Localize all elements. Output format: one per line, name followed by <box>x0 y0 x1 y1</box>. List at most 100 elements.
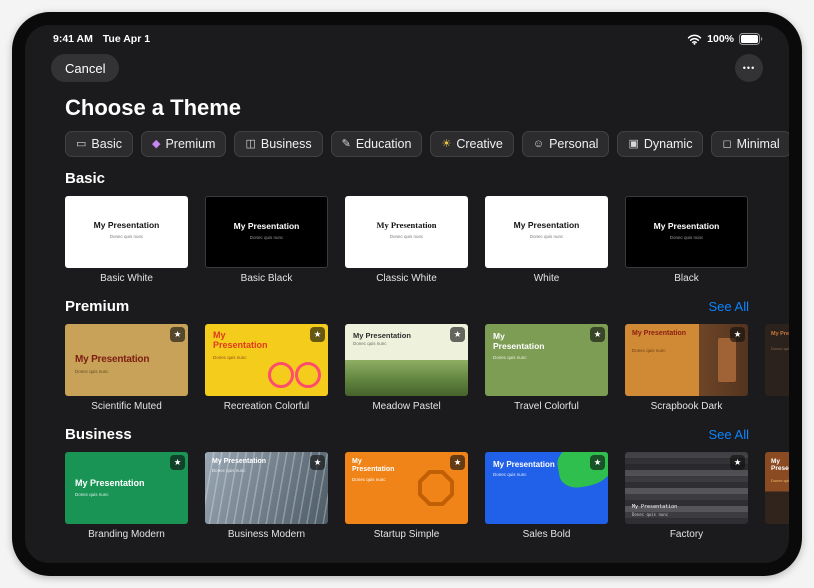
theme-preview: My PresentationDonec quis nunc★ <box>65 324 188 396</box>
theme-chooser-screen: 9:41 AM Tue Apr 1 100% <box>25 25 789 563</box>
theme-name: Sales Bold <box>485 529 608 541</box>
preview-subtitle: Donec quis nunc <box>626 235 747 240</box>
premium-star-badge: ★ <box>310 327 325 342</box>
theme-card[interactable]: My PresentationDonec quis nunc Basic Whit… <box>65 196 188 285</box>
preview-title: My Presentation <box>493 460 555 469</box>
theme-card[interactable]: My PresentationDonec quis nunc★Sales Bol… <box>485 452 608 541</box>
battery-percent: 100% <box>707 33 734 45</box>
basic-category-icon: ▭ <box>76 139 86 150</box>
premium-star-badge: ★ <box>730 455 745 470</box>
category-chip-label: Basic <box>91 137 122 151</box>
theme-preview: My PresentationDonec quis nunc <box>625 196 748 268</box>
education-category-icon: ✎ <box>342 139 351 150</box>
see-all-link-business[interactable]: See All <box>709 427 749 442</box>
theme-preview: My PresentationDonec quis nunc★ <box>625 452 748 524</box>
category-chip-business[interactable]: ◫ Business <box>234 131 322 157</box>
section-basic: Basic My PresentationDonec quis nuncBasi… <box>25 170 789 285</box>
theme-card[interactable]: My Presentation Donec quis nunc ★ Branding … <box>65 452 188 541</box>
theme-name: Business Modern <box>205 529 328 541</box>
category-chip-basic[interactable]: ▭ Basic <box>65 131 133 157</box>
navigation-bar: Cancel ••• <box>51 54 763 82</box>
theme-card[interactable]: My PresentationDonec quis nunc★Travel Co… <box>485 324 608 413</box>
preview-title: My Presentation <box>632 330 687 338</box>
wifi-icon <box>687 34 702 45</box>
category-chip-minimal[interactable]: ◻ Minimal <box>711 131 789 157</box>
preview-title: My Presentation <box>493 332 555 352</box>
personal-category-icon: ☺ <box>533 139 544 150</box>
category-chip-label: Dynamic <box>644 137 693 151</box>
preview-subtitle: Donec quis nunc <box>352 477 386 483</box>
preview-subtitle: Donec quis nunc <box>632 348 666 353</box>
cancel-button[interactable]: Cancel <box>51 54 119 82</box>
more-options-button[interactable]: ••• <box>735 54 763 82</box>
category-chip-label: Minimal <box>737 137 780 151</box>
section-header: Business See All <box>65 426 749 443</box>
premium-star-badge: ★ <box>310 455 325 470</box>
theme-name: Startup Simple <box>345 529 468 541</box>
category-chip-creative[interactable]: ☀Creative <box>430 131 513 157</box>
category-chip-dynamic[interactable]: ▣Dynamic <box>617 131 703 157</box>
theme-preview: My Presentation Donec quis nunc ★ <box>205 452 328 524</box>
theme-card[interactable]: My PresentationDonec quis nunc★ Factory <box>625 452 748 541</box>
category-chip-premium[interactable]: ◆Premium <box>141 131 226 157</box>
theme-card[interactable]: My PresentationDonec quis nunc★ Recreatio… <box>205 324 328 413</box>
preview-subtitle: Donec quis nunc <box>212 468 246 473</box>
preview-title: My Presentation <box>345 220 468 230</box>
preview-title: My Presentation <box>75 478 145 488</box>
category-chips: ▭ Basic ◆Premium ◫ Business ✎Education ☀Creati… <box>65 131 789 157</box>
section-business: Business See All My PresentationDonec qu… <box>25 426 789 541</box>
page-title: Choose a Theme <box>65 95 789 121</box>
theme-preview: My PresentationDonec quis nunc <box>765 324 789 396</box>
theme-card[interactable]: My Presentation Donec quis nunc Classic Wh… <box>345 196 468 285</box>
category-chip-personal[interactable]: ☺Personal <box>522 131 610 157</box>
preview-title: My Presentation <box>352 458 400 474</box>
status-left: 9:41 AM Tue Apr 1 <box>53 33 157 45</box>
theme-card[interactable]: My PresentationDonec quis nunc★Meadow Pa… <box>345 324 468 413</box>
section-header: Premium See All <box>65 298 749 315</box>
theme-name: Classic White <box>345 273 468 285</box>
theme-card[interactable]: My PresentationDonec quis nunc <box>765 452 789 541</box>
theme-card[interactable]: My PresentationDonec quis nunc★ Scientifi… <box>65 324 188 413</box>
theme-card[interactable]: My PresentationDonec quis nuncWhite <box>485 196 608 285</box>
category-chip-label: Business <box>261 137 312 151</box>
section-header: Basic <box>65 170 749 187</box>
preview-title: My Presentation <box>485 220 608 230</box>
premium-star-badge: ★ <box>730 327 745 342</box>
ipad-device-frame: 9:41 AM Tue Apr 1 100% <box>12 12 802 576</box>
minimal-category-icon: ◻ <box>722 139 731 150</box>
preview-title: My Presentation <box>353 331 411 340</box>
premium-star-badge: ★ <box>590 327 605 342</box>
theme-name: White <box>485 273 608 285</box>
preview-title: My Presentation <box>212 458 266 465</box>
theme-row-premium: My PresentationDonec quis nunc★Scientifi… <box>65 324 789 413</box>
theme-preview: My PresentationDonec quis nunc <box>65 196 188 268</box>
theme-card[interactable]: My PresentationDonec quis nuncBasic Blac… <box>205 196 328 285</box>
theme-name: Factory <box>625 529 748 541</box>
theme-name: Branding Modern <box>65 529 188 541</box>
theme-preview: My PresentationDonec quis nunc <box>205 196 328 268</box>
theme-card[interactable]: My Presentation Donec quis nunc ★ Business … <box>205 452 328 541</box>
status-time: 9:41 AM <box>53 33 93 45</box>
premium-star-badge: ★ <box>170 455 185 470</box>
theme-card[interactable]: My PresentationDonec quis nunc★Scrapbook… <box>625 324 748 413</box>
theme-name: Scientific Muted <box>65 401 188 413</box>
theme-preview: My PresentationDonec quis nunc <box>765 452 789 524</box>
section-title-premium: Premium <box>65 298 129 315</box>
category-chip-education[interactable]: ✎Education <box>331 131 423 157</box>
section-title-business: Business <box>65 426 132 443</box>
theme-preview: My PresentationDonec quis nunc★ <box>485 324 608 396</box>
theme-preview: My PresentationDonec quis nunc★ <box>345 452 468 524</box>
business-category-icon: ◫ <box>245 139 255 150</box>
preview-subtitle: Donec quis nunc <box>345 234 468 239</box>
theme-name: Recreation Colorful <box>205 401 328 413</box>
see-all-link-premium[interactable]: See All <box>709 299 749 314</box>
theme-card[interactable]: My PresentationDonec quis nunc★Startup S… <box>345 452 468 541</box>
preview-subtitle: Donec quis nunc <box>771 478 789 483</box>
theme-name: Basic White <box>65 273 188 285</box>
theme-preview: My PresentationDonec quis nunc★ <box>205 324 328 396</box>
theme-card[interactable]: My PresentationDonec quis nuncBlack <box>625 196 748 285</box>
ellipsis-icon: ••• <box>743 63 755 73</box>
preview-title: My Presentation <box>206 221 327 231</box>
theme-card[interactable]: My PresentationDonec quis nunc <box>765 324 789 413</box>
preview-subtitle: Donec quis nunc <box>75 492 109 497</box>
